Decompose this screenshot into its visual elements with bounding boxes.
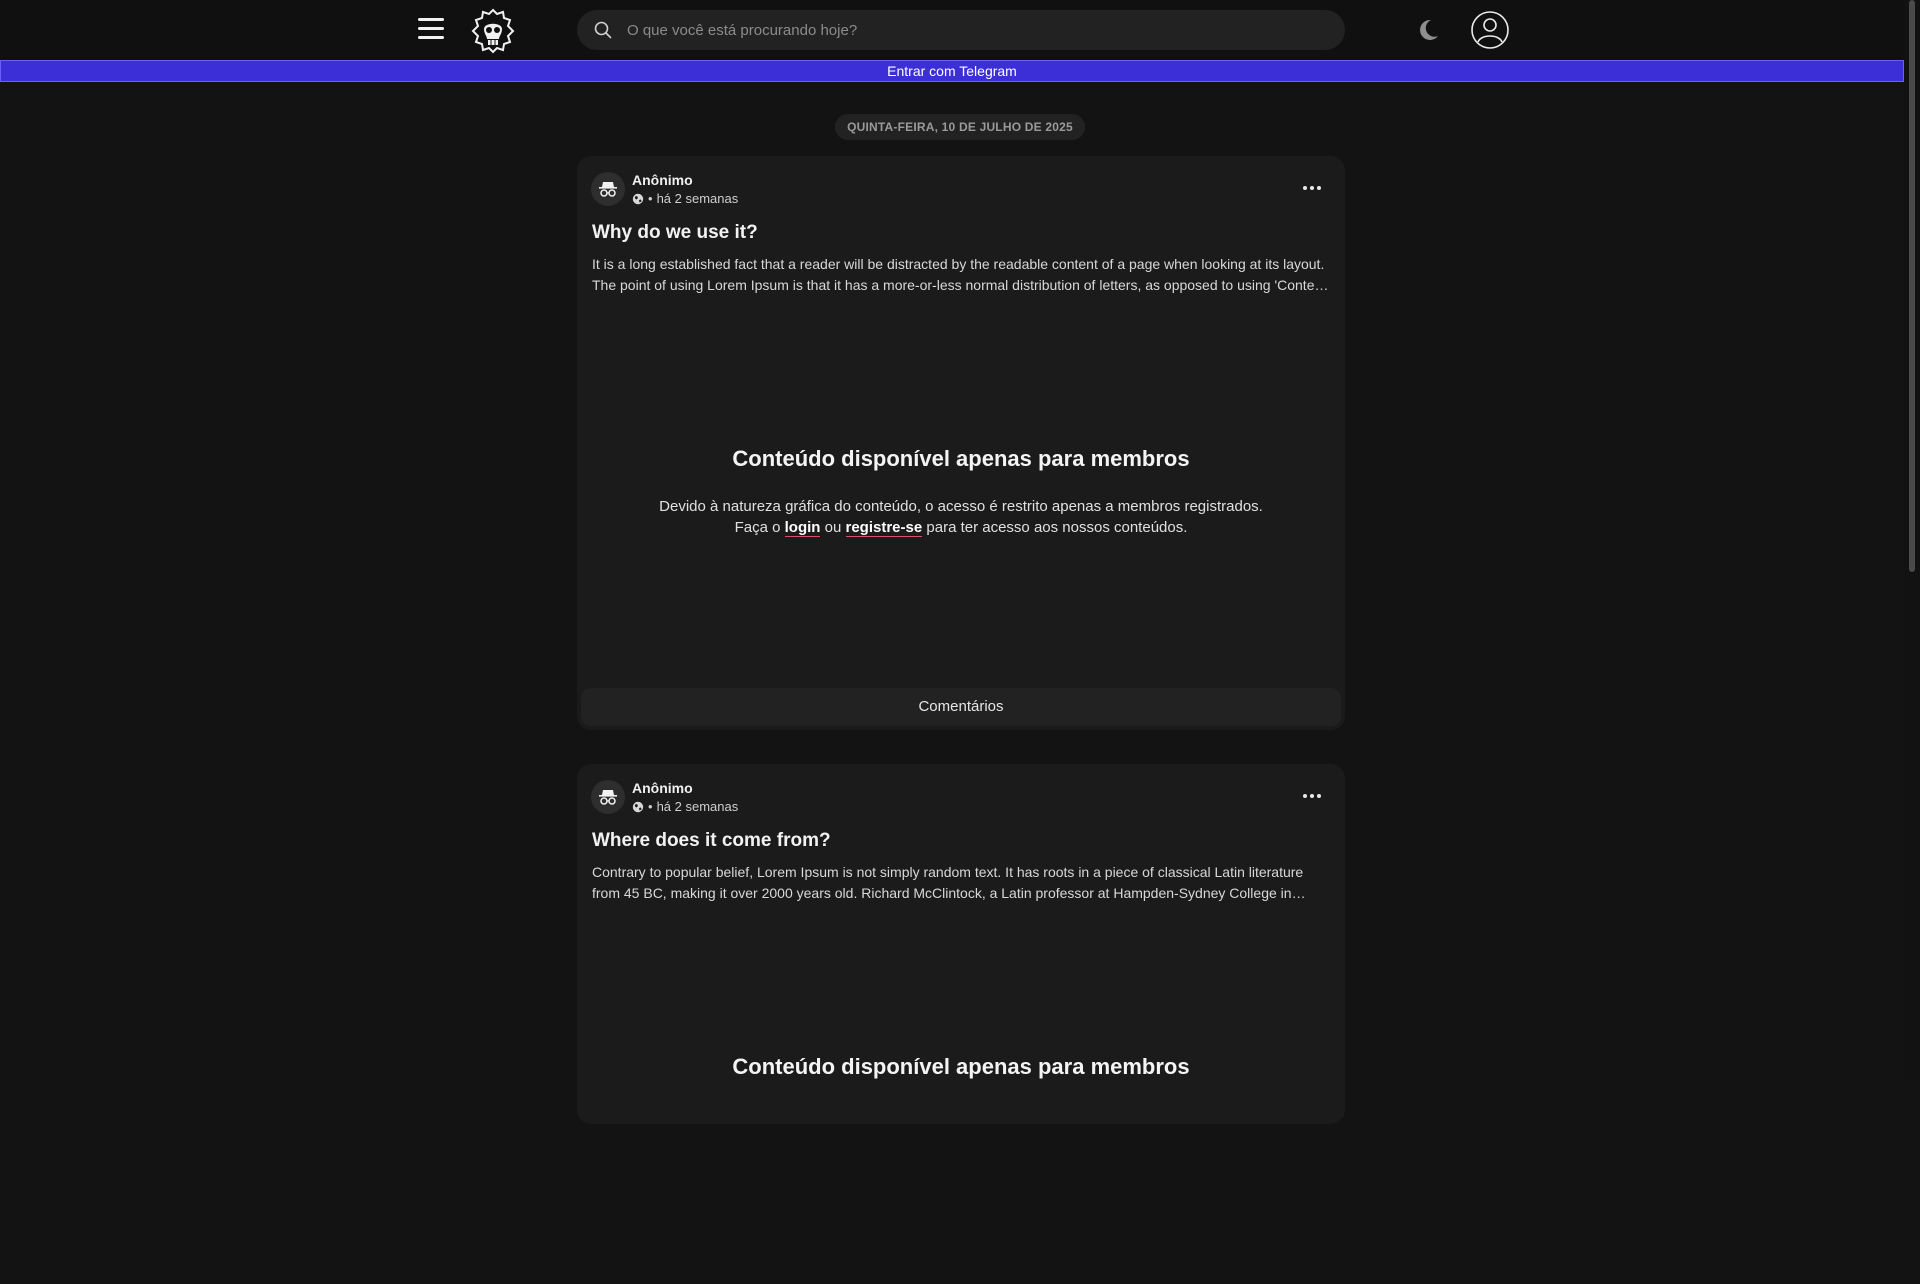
cta-suffix: para ter acesso aos nossos conteúdos. (926, 519, 1188, 536)
post-excerpt: Contrary to popular belief, Lorem Ipsum … (592, 864, 1304, 901)
globe-icon (632, 193, 644, 204)
search-input[interactable] (625, 10, 1345, 50)
scrollbar-thumb[interactable] (1909, 0, 1915, 572)
search-icon[interactable] (593, 20, 613, 40)
members-only-title: Conteúdo disponível apenas para membros (732, 446, 1190, 471)
search-bar (577, 10, 1345, 50)
moon-icon[interactable] (1415, 17, 1441, 43)
top-header (0, 0, 1904, 60)
meta-separator: • (648, 191, 653, 206)
author-name[interactable]: Anônimo (632, 780, 693, 796)
ellipsis-icon[interactable] (1301, 790, 1323, 802)
post-time: há 2 semanas (656, 799, 739, 814)
comments-button[interactable]: Comentários (581, 688, 1341, 726)
members-only-text: Devido à natureza gráfica do conteúdo, o… (577, 496, 1345, 538)
cta-or: ou (824, 519, 842, 536)
members-only-line: Devido à natureza gráfica do conteúdo, o… (659, 498, 1263, 515)
telegram-login-button[interactable]: Entrar com Telegram (0, 60, 1904, 82)
post-excerpt: It is a long established fact that a rea… (592, 256, 1327, 293)
post-title[interactable]: Why do we use it? (592, 222, 758, 244)
meta-separator: • (648, 799, 653, 814)
members-only-notice: Conteúdo disponível apenas para membros (577, 914, 1345, 1284)
post-meta: • há 2 semanas (632, 191, 738, 206)
members-only-cta: Faça o login ou registre-se para ter ace… (577, 517, 1345, 538)
menu-line (418, 18, 444, 21)
menu-line (418, 36, 444, 39)
login-link[interactable]: login (784, 519, 821, 537)
menu-line (418, 27, 444, 30)
avatar[interactable] (591, 780, 625, 814)
ellipsis-icon[interactable] (1301, 182, 1323, 194)
incognito-icon (599, 790, 617, 805)
post-card: Anônimo • há 2 semanas Where does it com… (577, 764, 1345, 1124)
menu-button[interactable] (416, 16, 446, 42)
user-icon[interactable] (1470, 10, 1510, 50)
author-name[interactable]: Anônimo (632, 172, 693, 188)
members-only-notice: Conteúdo disponível apenas para membros … (577, 306, 1345, 676)
post-time: há 2 semanas (656, 191, 739, 206)
incognito-icon (599, 182, 617, 197)
post-meta: • há 2 semanas (632, 799, 738, 814)
globe-icon (632, 801, 644, 812)
register-link[interactable]: registre-se (845, 519, 923, 537)
cta-prefix: Faça o (734, 519, 781, 536)
post-card: Anônimo • há 2 semanas Why do we use it?… (577, 156, 1345, 730)
skull-logo[interactable] (470, 8, 516, 54)
date-separator: QUINTA-FEIRA, 10 DE JULHO DE 2025 (835, 114, 1085, 140)
avatar[interactable] (591, 172, 625, 206)
post-title[interactable]: Where does it come from? (592, 830, 831, 852)
members-only-title: Conteúdo disponível apenas para membros (732, 1054, 1190, 1079)
